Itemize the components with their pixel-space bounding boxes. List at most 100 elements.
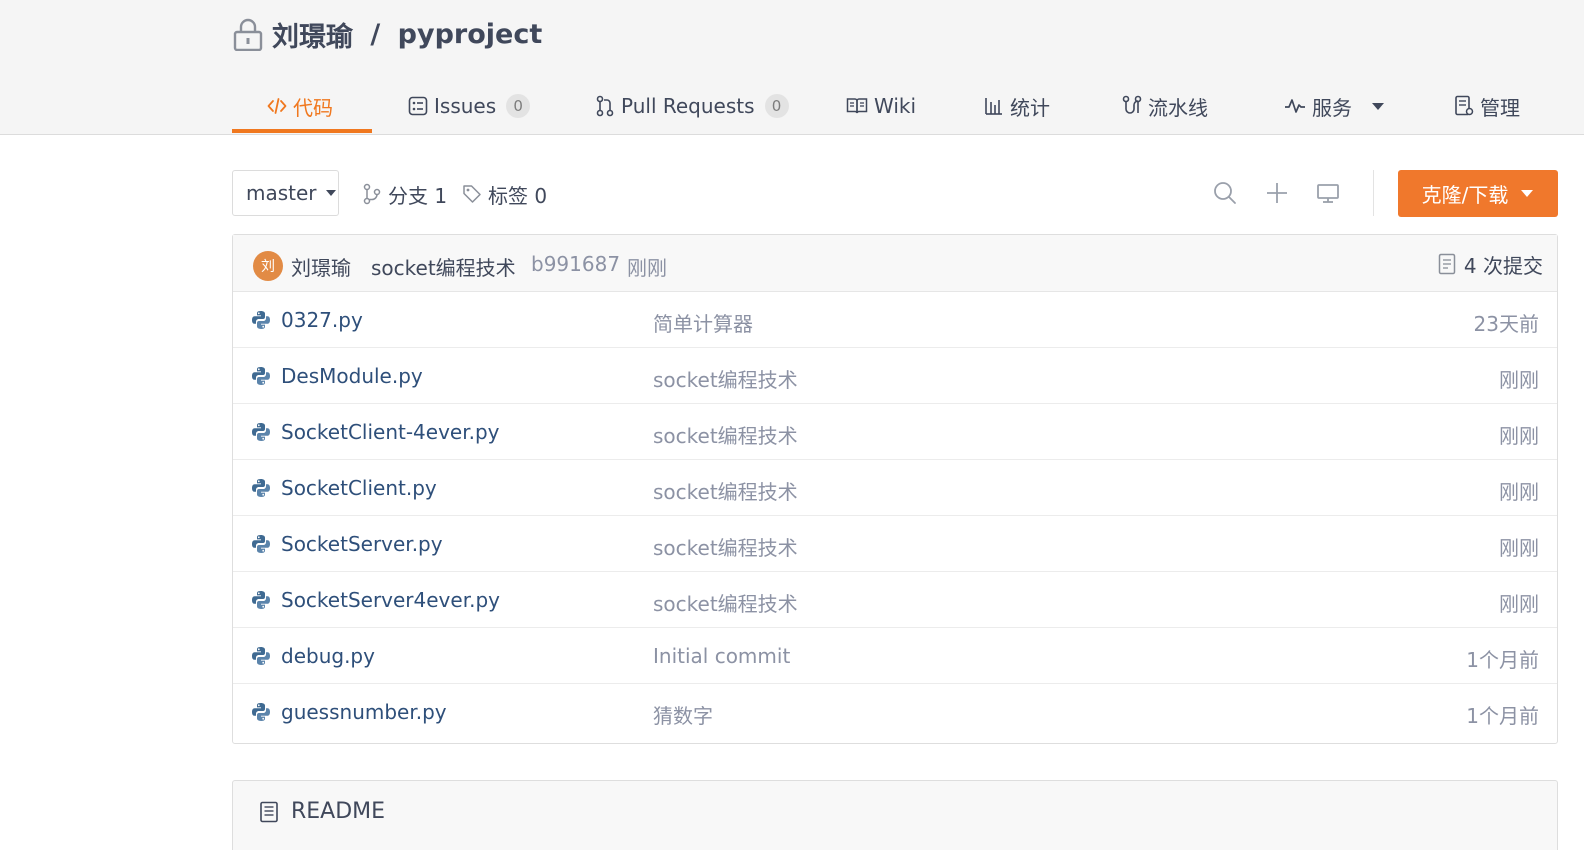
issues-icon (408, 96, 428, 116)
repo-title-separator: / (361, 18, 390, 50)
pipeline-icon (1122, 95, 1142, 114)
file-name-link[interactable]: DesModule.py (281, 364, 423, 388)
file-commit-time: 1个月前 (1466, 648, 1539, 672)
file-commit-message[interactable]: socket编程技术 (653, 532, 798, 561)
tab-pipeline[interactable]: 流水线 (1122, 78, 1208, 134)
tab-service[interactable]: 服务 (1284, 78, 1386, 134)
readme-title: README (291, 799, 386, 824)
branch-icon (363, 183, 381, 205)
active-tab-indicator (232, 129, 372, 133)
file-commit-message[interactable]: 猜数字 (653, 700, 713, 729)
commit-message[interactable]: socket编程技术 (371, 252, 516, 281)
file-name-link[interactable]: SocketClient-4ever.py (281, 420, 500, 444)
latest-commit-bar: 刘 刘璟瑜 socket编程技术 b991687 刚刚 4 次提交 (233, 235, 1557, 292)
python-file-icon (252, 367, 270, 385)
python-file-icon (252, 591, 270, 609)
tags-label: 标签 0 (488, 183, 548, 208)
python-file-icon (252, 535, 270, 553)
file-commit-time: 刚刚 (1499, 536, 1539, 560)
commit-count-link[interactable]: 4 次提交 (1438, 250, 1543, 278)
commit-count-label: 4 次提交 (1463, 253, 1543, 278)
tab-stats[interactable]: 统计 (984, 78, 1050, 134)
tags-link[interactable]: 标签 0 (462, 177, 547, 211)
file-commit-message[interactable]: socket编程技术 (653, 588, 798, 617)
tab-pull-requests-label: Pull Requests (621, 94, 755, 118)
file-commit-time: 23天前 (1473, 312, 1539, 336)
table-row[interactable]: debug.py Initial commit 1个月前 (233, 628, 1557, 684)
file-name-link[interactable]: guessnumber.py (281, 700, 447, 724)
manage-icon (1455, 95, 1474, 116)
toolbar-divider (1373, 170, 1374, 216)
table-row[interactable]: SocketServer4ever.py socket编程技术 刚刚 (233, 572, 1557, 628)
service-icon (1285, 99, 1305, 113)
tab-issues[interactable]: Issues 0 (408, 78, 531, 134)
tab-code-label: 代码 (293, 95, 333, 120)
issues-count-badge: 0 (506, 94, 531, 118)
file-name-link[interactable]: SocketServer.py (281, 532, 443, 556)
file-name-link[interactable]: 0327.py (281, 308, 363, 332)
file-name-link[interactable]: SocketClient.py (281, 476, 437, 500)
file-name-link[interactable]: debug.py (281, 644, 375, 668)
wiki-icon (846, 98, 868, 114)
python-file-icon (252, 703, 270, 721)
clone-download-label: 克隆/下载 (1421, 183, 1509, 207)
tab-code[interactable]: 代码 (267, 78, 333, 134)
document-icon (1438, 253, 1456, 275)
file-commit-message[interactable]: 简单计算器 (653, 308, 753, 337)
commit-author[interactable]: 刘璟瑜 (291, 252, 351, 281)
tab-wiki-label: Wiki (874, 94, 917, 118)
repo-tabs: 代码 Issues 0 Pull Requests 0 Wiki 统计 流水线 … (232, 78, 1558, 134)
branch-name: master (246, 181, 317, 205)
search-icon[interactable] (1212, 180, 1238, 206)
table-row[interactable]: guessnumber.py 猜数字 1个月前 (233, 684, 1557, 740)
file-commit-time: 刚刚 (1499, 424, 1539, 448)
avatar[interactable]: 刘 (253, 251, 283, 281)
lock-icon (233, 18, 263, 51)
pull-request-icon (596, 95, 614, 117)
commit-hash[interactable]: b991687 (531, 252, 620, 276)
table-row[interactable]: SocketServer.py socket编程技术 刚刚 (233, 516, 1557, 572)
table-row[interactable]: DesModule.py socket编程技术 刚刚 (233, 348, 1557, 404)
python-file-icon (252, 647, 270, 665)
python-file-icon (252, 479, 270, 497)
file-commit-message[interactable]: socket编程技术 (653, 420, 798, 449)
repo-owner-link[interactable]: 刘璟瑜 (272, 15, 353, 54)
caret-down-icon (325, 190, 336, 196)
file-commit-time: 刚刚 (1499, 592, 1539, 616)
file-commit-time: 1个月前 (1466, 704, 1539, 728)
repo-name-link[interactable]: pyproject (398, 19, 543, 50)
table-row[interactable]: SocketClient-4ever.py socket编程技术 刚刚 (233, 404, 1557, 460)
monitor-icon[interactable] (1315, 180, 1341, 206)
table-row[interactable]: SocketClient.py socket编程技术 刚刚 (233, 460, 1557, 516)
caret-down-icon (1372, 103, 1384, 110)
branches-link[interactable]: 分支 1 (362, 177, 447, 211)
tab-wiki[interactable]: Wiki (846, 78, 916, 134)
file-commit-time: 刚刚 (1499, 480, 1539, 504)
readme-panel: README (232, 780, 1558, 850)
tab-issues-label: Issues (434, 94, 497, 118)
python-file-icon (252, 311, 270, 329)
tab-pull-requests[interactable]: Pull Requests 0 (595, 78, 789, 134)
readme-icon (260, 801, 278, 822)
file-commit-message[interactable]: socket编程技术 (653, 364, 798, 393)
readme-header: README (259, 799, 385, 824)
plus-icon[interactable] (1264, 180, 1290, 206)
caret-down-icon (1521, 190, 1534, 197)
file-name-link[interactable]: SocketServer4ever.py (281, 588, 500, 612)
repo-header: 刘璟瑜 / pyproject 代码 Issues 0 Pull Request… (0, 0, 1584, 135)
table-row[interactable]: 0327.py 简单计算器 23天前 (233, 292, 1557, 348)
code-icon (267, 98, 287, 114)
file-commit-message[interactable]: socket编程技术 (653, 476, 798, 505)
branches-label: 分支 1 (388, 183, 448, 208)
python-file-icon (252, 423, 270, 441)
tag-icon (463, 185, 481, 203)
tab-manage[interactable]: 管理 (1454, 78, 1520, 134)
tab-service-label: 服务 (1312, 95, 1352, 120)
file-list: 刘 刘璟瑜 socket编程技术 b991687 刚刚 4 次提交 0327.p… (232, 234, 1558, 744)
file-commit-message[interactable]: Initial commit (653, 644, 790, 668)
tab-manage-label: 管理 (1480, 95, 1520, 120)
clone-download-button[interactable]: 克隆/下载 (1398, 170, 1558, 217)
branch-select[interactable]: master (232, 170, 339, 216)
stats-icon (985, 98, 1002, 115)
tab-stats-label: 统计 (1010, 95, 1050, 120)
